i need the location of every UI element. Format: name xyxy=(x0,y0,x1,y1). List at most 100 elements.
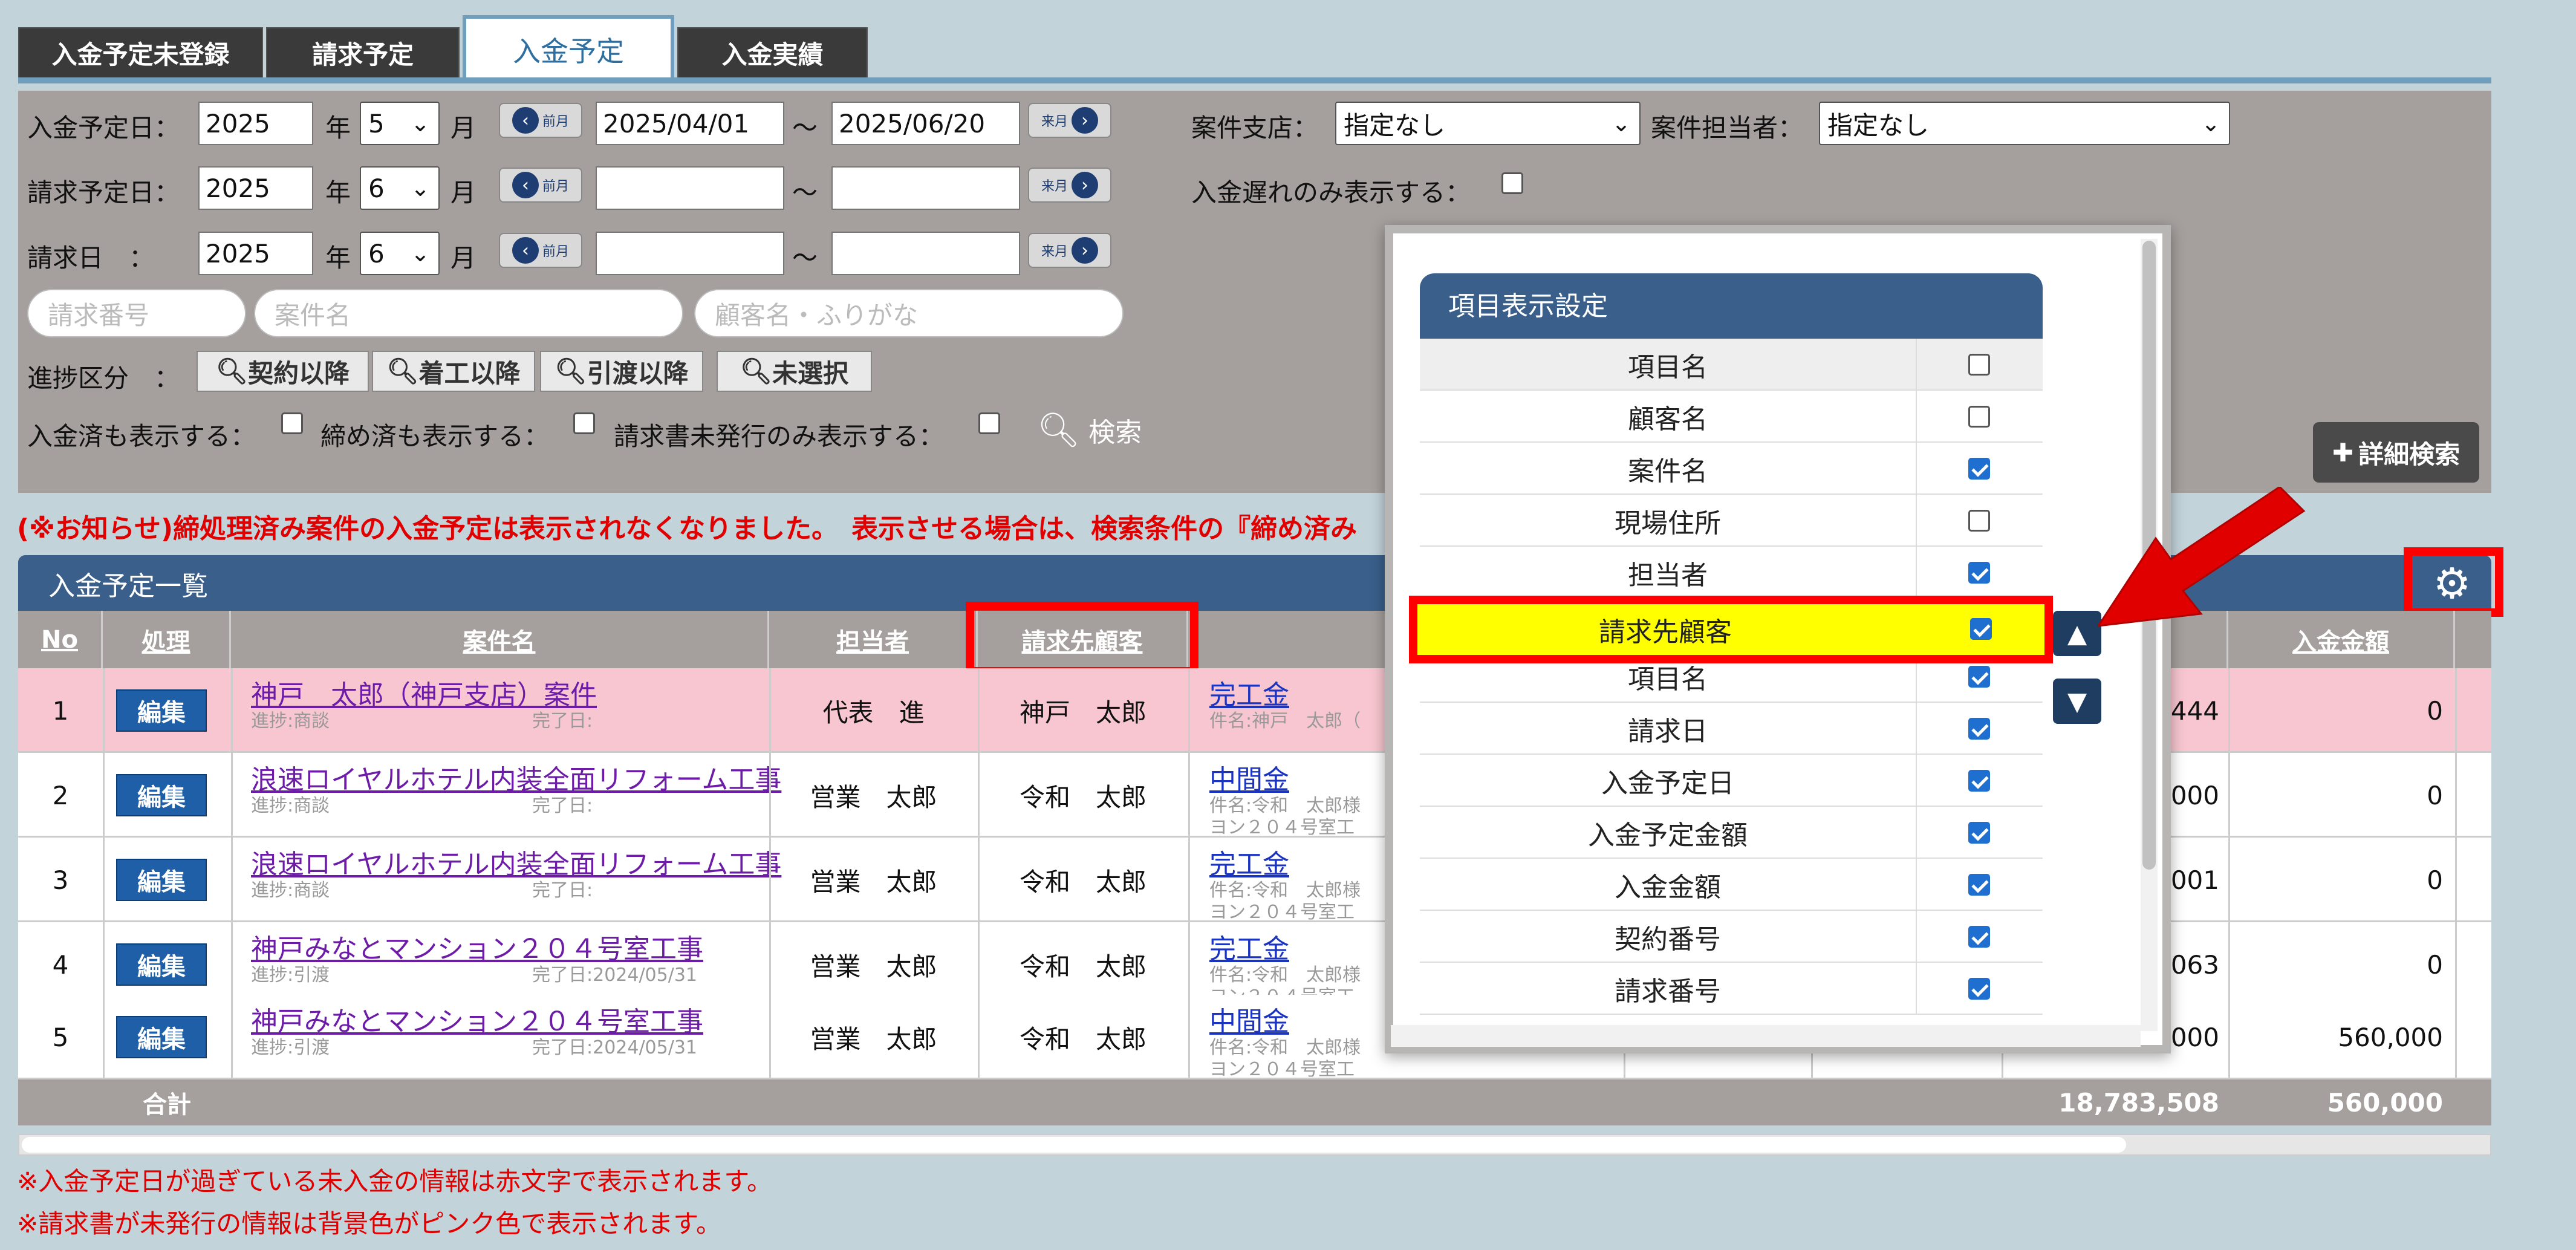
item-subject-cont: ヨン２０４号室工 xyxy=(1209,1059,1355,1080)
triangle-down-icon: ▼ xyxy=(2067,686,2087,716)
modal-item-row[interactable]: 入金予定金額 xyxy=(1420,807,2043,859)
edit-button[interactable]: 編集 xyxy=(116,859,207,901)
col-staff[interactable]: 担当者 xyxy=(769,611,978,668)
next-month-label: 来月 xyxy=(1041,114,1068,129)
modal-item-row[interactable]: 契約番号 xyxy=(1420,911,2043,963)
modal-item-checkbox[interactable] xyxy=(1968,718,1990,740)
customer-name-input[interactable]: 顧客名・ふりがな xyxy=(694,289,1124,337)
date-to-input[interactable]: 2025/06/20 xyxy=(831,102,1020,145)
move-down-button[interactable]: ▼ xyxy=(2053,679,2101,724)
progress-contract-button[interactable]: 🔍︎ 契約以降 xyxy=(197,351,369,392)
modal-item-row[interactable]: 顧客名 xyxy=(1420,391,2043,443)
modal-item-checkbox[interactable] xyxy=(1968,458,1990,480)
modal-item-checkbox[interactable] xyxy=(1968,978,1990,1000)
billing-plan-from-input[interactable] xyxy=(596,166,784,210)
modal-item-row[interactable]: 現場住所 xyxy=(1420,495,2043,547)
select-all-checkbox[interactable] xyxy=(1968,354,1990,376)
project-done-date: 完了日: xyxy=(532,795,593,816)
billing-plan-to-input[interactable] xyxy=(831,166,1020,210)
tab-billing-plan[interactable]: 請求予定 xyxy=(266,27,460,79)
progress-handover-button[interactable]: 🔍︎ 引渡以降 xyxy=(540,351,703,392)
modal-item-row[interactable]: 担当者 xyxy=(1420,547,2043,599)
modal-title: 項目表示設定 xyxy=(1448,291,1608,322)
gear-icon[interactable]: ⚙ xyxy=(2422,559,2482,608)
prev-month-button[interactable]: ‹ 前月 xyxy=(499,168,582,203)
edit-button[interactable]: 編集 xyxy=(116,1016,207,1058)
modal-item-row[interactable]: 入金予定日 xyxy=(1420,755,2043,807)
payment-year-input[interactable]: 2025 xyxy=(198,102,313,145)
modal-item-checkbox[interactable] xyxy=(1968,822,1990,844)
unissued-only-checkbox[interactable] xyxy=(978,412,1000,434)
item-subject-cont: ヨン２０４号室工 xyxy=(1209,817,1355,838)
tab-payment-plan[interactable]: 入金予定 xyxy=(463,15,674,80)
project-link[interactable]: 浪速ロイヤルホテル内装全面リフォーム工事 xyxy=(251,842,781,881)
advanced-search-button[interactable]: ✚ 詳細検索 xyxy=(2313,422,2479,483)
show-paid-checkbox[interactable] xyxy=(281,412,303,434)
billing-to-input[interactable] xyxy=(831,232,1020,275)
col-no[interactable]: No xyxy=(18,611,103,668)
next-month-label: 来月 xyxy=(1041,179,1068,194)
modal-item-check-cell xyxy=(1916,443,2043,495)
staff-value: 指定なし xyxy=(1827,110,1930,140)
modal-item-checkbox[interactable] xyxy=(1968,666,1990,688)
move-up-button[interactable]: ▲ xyxy=(2053,611,2101,656)
modal-item-row[interactable]: 入金金額 xyxy=(1420,859,2043,911)
col-project[interactable]: 案件名 xyxy=(231,611,769,668)
column-divider xyxy=(2228,668,2230,1079)
search-button[interactable]: 🔍︎ 検索 xyxy=(1037,410,1142,450)
billing-plan-year-input[interactable]: 2025 xyxy=(198,166,313,210)
modal-item-row[interactable]: 請求番号 xyxy=(1420,963,2043,1015)
billing-from-input[interactable] xyxy=(596,232,784,275)
prev-month-button[interactable]: ‹ 前月 xyxy=(499,103,582,138)
modal-item-row[interactable]: 請求日 xyxy=(1420,703,2043,755)
late-only-checkbox[interactable] xyxy=(1501,172,1523,194)
payment-month-select[interactable]: 5 ⌄ xyxy=(360,102,440,145)
tab-unregistered[interactable]: 入金予定未登録 xyxy=(18,27,263,79)
modal-item-checkbox[interactable] xyxy=(1968,562,1990,584)
row-paid: 0 xyxy=(2427,780,2443,810)
project-link[interactable]: 浪速ロイヤルホテル内装全面リフォーム工事 xyxy=(251,758,781,796)
progress-unselected-button[interactable]: 🔍︎ 未選択 xyxy=(717,351,872,392)
progress-construction-button[interactable]: 🔍︎ 着工以降 xyxy=(372,351,535,392)
modal-item-checkbox[interactable] xyxy=(1968,770,1990,792)
edit-button[interactable]: 編集 xyxy=(116,943,207,986)
next-month-button[interactable]: 来月 › xyxy=(1028,168,1111,203)
project-progress: 進捗:商談 xyxy=(251,711,330,732)
billing-year-input[interactable]: 2025 xyxy=(198,232,313,275)
billing-month-select[interactable]: 6 ⌄ xyxy=(360,232,440,275)
modal-hscrollbar[interactable] xyxy=(1391,1025,2141,1047)
modal-item-row[interactable]: 案件名 xyxy=(1420,443,2043,495)
branch-select[interactable]: 指定なし ⌄ xyxy=(1335,102,1641,145)
tab-payment-actual[interactable]: 入金実績 xyxy=(677,27,868,79)
modal-item-checkbox[interactable] xyxy=(1968,926,1990,948)
modal-item-checkbox[interactable] xyxy=(1968,406,1990,428)
show-closed-checkbox[interactable] xyxy=(573,412,595,434)
edit-button[interactable]: 編集 xyxy=(116,774,207,816)
year-unit: 年 xyxy=(325,113,351,143)
modal-header-check-cell xyxy=(1916,339,2043,391)
prev-month-button[interactable]: ‹ 前月 xyxy=(499,233,582,268)
modal-item-check-cell xyxy=(1916,495,2043,547)
date-from-input[interactable]: 2025/04/01 xyxy=(596,102,784,145)
modal-item-checkbox[interactable] xyxy=(1968,874,1990,896)
staff-select[interactable]: 指定なし ⌄ xyxy=(1819,102,2230,145)
invoice-number-input[interactable]: 請求番号 xyxy=(27,289,246,337)
search-icon: 🔍︎ xyxy=(386,356,419,386)
edit-button[interactable]: 編集 xyxy=(116,689,207,732)
modal-item-checkbox[interactable] xyxy=(1968,510,1990,532)
row-customer: 神戸 太郎 xyxy=(1019,697,1147,728)
billing-plan-month-select[interactable]: 6 ⌄ xyxy=(360,166,440,210)
progress-construction-label: 着工以降 xyxy=(418,358,521,388)
col-action[interactable]: 処理 xyxy=(103,611,231,668)
item-subject-cont: ヨン２０４号室工 xyxy=(1209,902,1355,923)
next-month-button[interactable]: 来月 › xyxy=(1028,103,1111,138)
total-planned: 18,783,508 xyxy=(2058,1087,2219,1118)
next-month-button[interactable]: 来月 › xyxy=(1028,233,1111,268)
scrollbar-thumb[interactable] xyxy=(22,1137,2126,1153)
project-name-input[interactable]: 案件名 xyxy=(254,289,683,337)
progress-label: 進捗区分 ： xyxy=(27,363,180,393)
row-customer: 令和 太郎 xyxy=(1019,867,1147,897)
customer-visible-checkbox[interactable] xyxy=(1970,618,1992,640)
prev-month-label: 前月 xyxy=(542,114,569,129)
show-closed-label: 締め済も表示する： xyxy=(320,422,550,451)
